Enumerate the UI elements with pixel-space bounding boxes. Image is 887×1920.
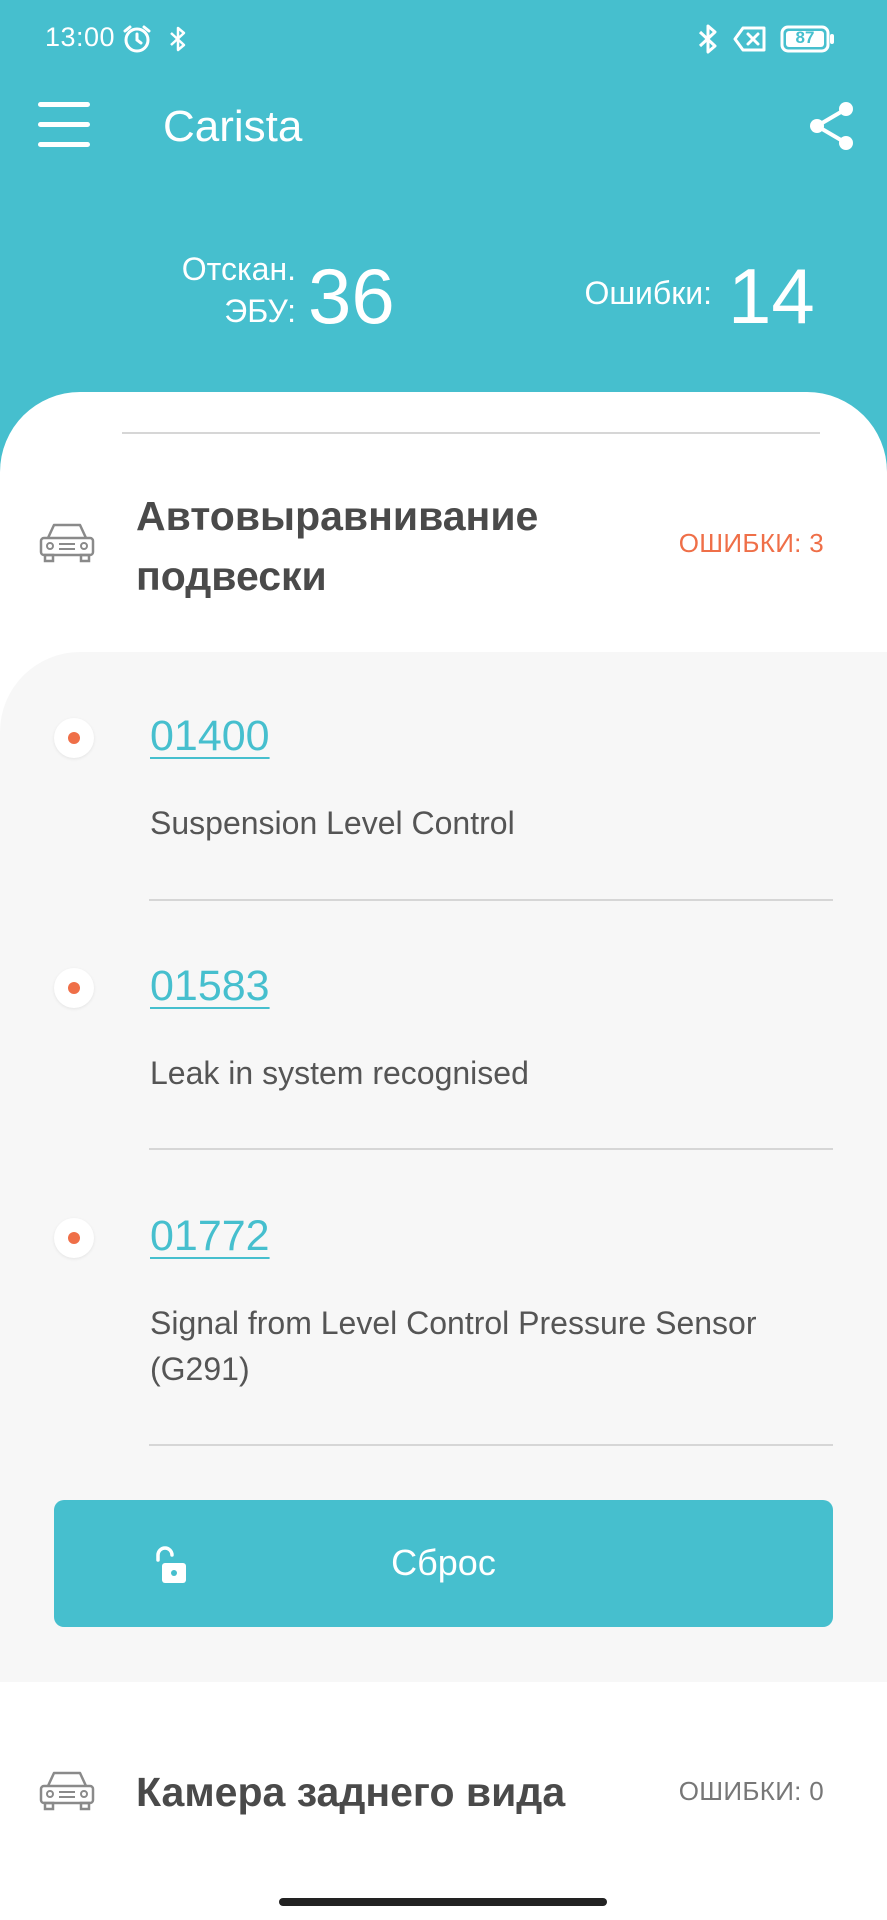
scanned-ecu-count: 36 bbox=[308, 252, 395, 340]
error-indicator-dot bbox=[54, 718, 94, 758]
reset-button-label: Сброс bbox=[391, 1542, 496, 1583]
bluetooth-icon bbox=[696, 20, 720, 58]
home-indicator[interactable] bbox=[279, 1898, 607, 1906]
section-title-suspension[interactable]: Автовыравнивание подвески bbox=[136, 486, 538, 606]
error-code-link[interactable]: 01772 bbox=[150, 1212, 270, 1261]
scanned-ecu-label: Отскан. ЭБУ: bbox=[181, 251, 296, 329]
car-icon bbox=[38, 1768, 96, 1814]
section-error-count: ОШИБКИ: 3 bbox=[678, 528, 824, 558]
battery-icon: 87 bbox=[780, 20, 836, 58]
hamburger-menu-icon[interactable] bbox=[38, 102, 90, 150]
alarm-icon bbox=[121, 20, 153, 58]
status-time: 13:00 bbox=[45, 22, 116, 52]
errors-label: Ошибки: bbox=[584, 275, 712, 311]
car-icon bbox=[38, 520, 96, 566]
errors-count: 14 bbox=[728, 252, 815, 340]
section-error-count: ОШИБКИ: 0 bbox=[678, 1776, 824, 1806]
divider bbox=[122, 432, 820, 434]
share-icon[interactable] bbox=[808, 100, 856, 152]
error-description: Signal from Level Control Pressure Senso… bbox=[150, 1305, 757, 1387]
error-code-link[interactable]: 01400 bbox=[150, 712, 270, 761]
error-description: Suspension Level Control bbox=[150, 805, 515, 841]
app-title: Carista bbox=[163, 102, 303, 151]
bluetooth-icon bbox=[168, 20, 188, 58]
sim-off-icon bbox=[733, 20, 767, 58]
error-code-link[interactable]: 01583 bbox=[150, 962, 270, 1011]
error-indicator-dot bbox=[54, 968, 94, 1008]
status-bar: 13:00 87 bbox=[0, 0, 887, 78]
error-indicator-dot bbox=[54, 1218, 94, 1258]
divider bbox=[149, 1148, 833, 1150]
error-description: Leak in system recognised bbox=[150, 1055, 529, 1091]
section-title-rear-camera[interactable]: Камера заднего вида bbox=[136, 1762, 565, 1822]
battery-level: 87 bbox=[795, 28, 815, 47]
divider bbox=[149, 1444, 833, 1446]
divider bbox=[149, 899, 833, 901]
reset-button[interactable]: Сброс bbox=[54, 1500, 833, 1627]
